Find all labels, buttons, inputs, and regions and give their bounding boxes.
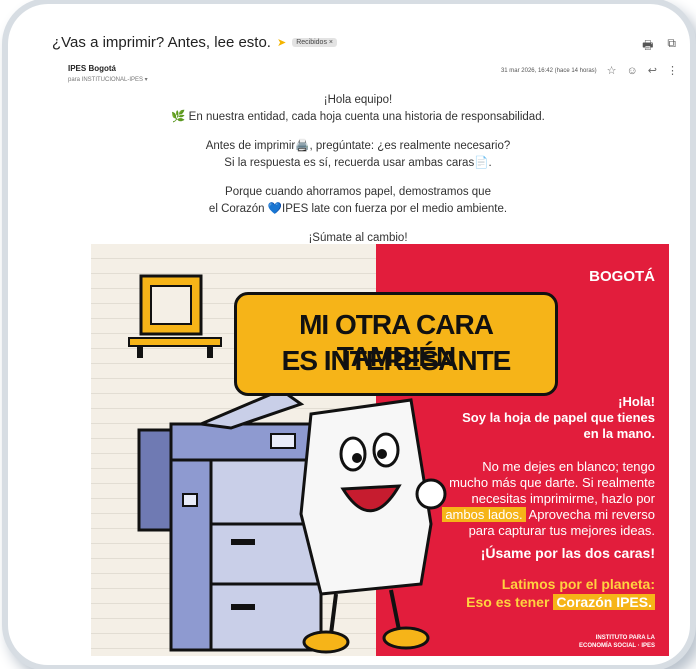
body-line: Si la respuesta es sí, recuerda usar amb… — [224, 157, 492, 169]
poster-text: para capturar tus mejores ideas. — [468, 523, 655, 538]
important-icon[interactable]: ➤ — [277, 36, 286, 49]
footer-line-1: INSTITUTO PARA LA — [595, 635, 655, 641]
poster-slogan: ¡Úsame por las dos caras! — [480, 545, 655, 561]
speech-bubble: MI OTRA CARA TAMBIÉN ES INTERESANTE — [234, 292, 558, 396]
body-line: 🌿 En nuestra entidad, cada hoja cuenta u… — [171, 111, 545, 123]
body-line: el Corazón 💙IPES late con fuerza por el … — [208, 203, 508, 215]
top-actions: 🖶 ⧉ — [642, 36, 676, 57]
star-icon[interactable]: ☆ — [607, 64, 617, 77]
open-new-window-icon[interactable]: ⧉ — [667, 36, 676, 57]
emoji-icon[interactable]: ☺ — [627, 65, 638, 77]
poster-text: ¡Hola! — [618, 394, 655, 409]
poster-text: necesitas imprimirme, hazlo por — [471, 491, 655, 506]
poster-text: en la mano. — [583, 426, 655, 441]
body-line: Antes de imprimir🖨️, pregúntate: ¿es rea… — [205, 140, 511, 152]
poster-text: Aprovecha mi reverso — [525, 507, 655, 522]
headline-line-2: ES INTERESANTE — [281, 345, 512, 376]
poster-text: Soy la hoja de papel que tienes — [462, 410, 655, 425]
greeting: ¡Hola equipo! — [323, 94, 393, 106]
message-meta: 31 mar 2026, 16:42 (hace 14 horas) ☆ ☺ ↩… — [500, 64, 678, 78]
email-subject: ¿Vas a imprimir? Antes, lee esto. — [52, 34, 271, 51]
email-body: ¡Hola equipo! 🌿 En nuestra entidad, cada… — [88, 92, 628, 247]
inbox-label[interactable]: Recibidos × — [292, 38, 337, 47]
poster-planet-line: Latimos por el planeta: — [501, 576, 655, 592]
bogota-logo: BOGOTÁ — [589, 268, 655, 285]
body-line: Porque cuando ahorramos papel, demostram… — [225, 186, 491, 198]
highlight-both-sides: ambos lados. — [442, 507, 526, 522]
paper-character-illustration — [299, 398, 447, 654]
poster-text-line: ambos lados. Aprovecha mi reverso — [442, 507, 655, 523]
campaign-poster: MI OTRA CARA TAMBIÉN ES INTERESANTE BOGO… — [91, 244, 669, 656]
picture-frame-illustration — [128, 274, 222, 358]
printer-icon[interactable]: 🖶 — [642, 36, 653, 57]
highlight-corazon-ipes: Corazón IPES. — [553, 594, 655, 610]
poster-heart-line: Eso es tener Corazón IPES. — [466, 594, 655, 610]
more-icon[interactable]: ⋮ — [667, 64, 678, 77]
poster-text: No me dejes en blanco; tengo — [482, 459, 655, 474]
poster-text: Eso es tener — [466, 594, 554, 610]
poster-paragraph: No me dejes en blanco; tengo mucho más q… — [442, 459, 655, 539]
subject-row: ¿Vas a imprimir? Antes, lee esto. ➤ Reci… — [52, 34, 337, 51]
recipient-line[interactable]: para INSTITUCIONAL-IPES ▾ — [68, 76, 148, 83]
sender-name: IPES Bogotá — [68, 64, 117, 73]
poster-intro: ¡Hola! Soy la hoja de papel que tienes e… — [462, 394, 655, 442]
poster-text: mucho más que darte. Si realmente — [449, 475, 655, 490]
email-window: ¿Vas a imprimir? Antes, lee esto. ➤ Reci… — [8, 4, 690, 665]
ipes-footer-logo: INSTITUTO PARA LA ECONOMÍA SOCIAL · IPES — [579, 634, 655, 650]
reply-icon[interactable]: ↩ — [648, 64, 657, 77]
message-date: 31 mar 2026, 16:42 (hace 14 horas) — [500, 67, 597, 74]
footer-line-2: ECONOMÍA SOCIAL · IPES — [578, 643, 655, 649]
